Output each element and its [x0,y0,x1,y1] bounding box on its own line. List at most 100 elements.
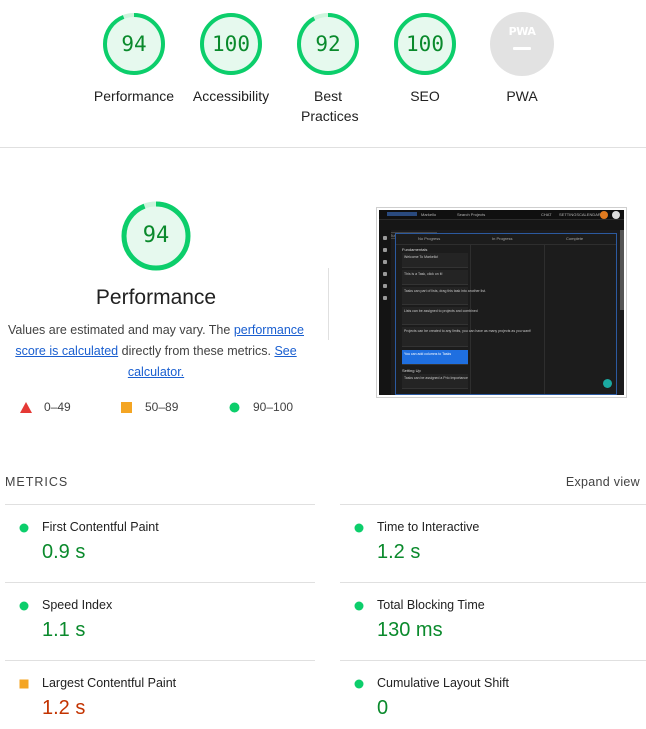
metric-time-to-interactive: Time to Interactive 1.2 s [340,504,646,582]
circle-icon [229,402,240,413]
thumb-divider [396,244,616,245]
final-screenshot-thumbnail[interactable]: Markello Search Projects CHAT SETTINGS C… [376,207,627,398]
score-legend: 0–49 50–89 90–100 [0,398,320,418]
desc-text: directly from these metrics. [118,344,275,358]
gauge-performance[interactable]: 94 Performance [89,12,179,106]
metric-name: Speed Index [42,598,113,612]
metric-value: 130 ms [377,619,443,641]
thumb-link: SETTINGS [559,212,580,217]
gauge-label: PWA [506,88,538,104]
metrics-title: METRICS [5,475,69,489]
gauge-ring: 92 [296,12,360,76]
metric-value: 1.2 s [42,697,86,719]
desc-text: Values are estimated and may vary. The [8,323,234,337]
performance-section: 94 Performance Values are estimated and … [0,148,646,468]
thumb-sidebar-icon [383,284,387,288]
performance-score-gauge: 94 [120,200,192,272]
metrics-header: METRICS Expand view [0,468,646,504]
pwa-dash-icon [513,47,531,50]
thumb-sidebar-icon [383,296,387,300]
thumb-card: Welcome To Markello! [402,253,468,268]
thumb-column-header: Complete [566,236,584,241]
gauge-score: 100 [212,32,250,56]
thumb-column-header: In Progress [492,236,513,241]
thumb-avatar [612,211,620,219]
metric-value: 1.2 s [377,541,421,563]
thumb-card-text: Projects can be created to any limits, y… [404,329,532,333]
thumb-card-text: Lists can be assigned to projects and co… [404,309,478,313]
thumb-search: Search Projects [457,212,486,217]
metric-largest-contentful-paint: Largest Contentful Paint 1.2 s [5,660,315,729]
metric-name: Largest Contentful Paint [42,676,177,690]
thumb-sidebar-icon [383,248,387,252]
gauge-ring: 94 [102,12,166,76]
thumb-group: Fundamentals [402,247,428,252]
pass-circle-icon [354,679,364,689]
legend-range: 90–100 [253,400,294,414]
thumb-card-selected: You can add columns to Tasks [402,350,468,365]
screenshot-image: Markello Search Projects CHAT SETTINGS C… [379,210,624,395]
thumb-card-text: You can add columns to Tasks [404,352,452,356]
thumb-card-text: Welcome To Markello! [404,255,439,259]
thumb-card: Tasks can be assigned a Prio Importance [402,374,468,389]
gauge-label: SEO [410,88,440,104]
pwa-badge-icon: PWA [490,12,554,76]
metric-name: Time to Interactive [377,520,480,534]
thumb-card: Tasks can part of lists, drag this task … [402,287,486,305]
gauge-pwa[interactable]: PWA PWA [477,12,567,106]
metric-name: Total Blocking Time [377,598,485,612]
metric-total-blocking-time: Total Blocking Time 130 ms [340,582,646,660]
thumb-card: Projects can be created to any limits, y… [402,327,531,347]
thumb-link: CALENDAR [579,212,601,217]
pwa-badge-text: PWA [508,25,536,38]
pass-circle-icon [354,601,364,611]
gauge-label: Accessibility [192,88,270,104]
thumb-sidebar [379,230,391,395]
thumb-avatar [600,211,608,219]
thumb-logo [387,212,417,216]
gauge-score: 94 [121,32,147,56]
metric-value: 0.9 s [42,541,86,563]
gauge-seo[interactable]: 100 SEO [380,12,470,106]
triangle-icon [20,402,32,413]
thumb-topbar: Markello Search Projects CHAT SETTINGS C… [379,210,624,220]
thumb-add-icon [603,379,612,388]
metric-value: 1.1 s [42,619,86,641]
pass-circle-icon [19,601,29,611]
thumb-subbar: Tutorial Project [379,220,624,239]
performance-title: Performance [95,286,217,309]
performance-description: Values are estimated and may vary. The p… [6,320,306,383]
gauge-ring: 100 [393,12,457,76]
metric-first-contentful-paint: First Contentful Paint 0.9 s [5,504,315,582]
metric-cumulative-layout-shift: Cumulative Layout Shift 0 [340,660,646,729]
thumb-card-text: Tasks can part of lists, drag this task … [404,289,486,293]
gauge-accessibility[interactable]: 100 Accessibility [186,12,276,106]
gauge-ring: 100 [199,12,263,76]
expand-view-toggle[interactable]: Expand view [566,475,640,489]
legend-range: 50–89 [145,400,179,414]
average-square-icon [19,679,29,689]
thumb-kanban-board: No Progress In Progress Complete Fundame… [395,233,617,395]
thumb-card-text: Tasks can be assigned a Prio Importance [404,376,469,380]
gauge-label: Performance [93,88,175,104]
thumb-col-sep [544,244,545,394]
square-icon [121,402,132,413]
legend-range: 0–49 [44,400,71,414]
thumb-link: CHAT [541,212,552,217]
category-gauges: 94 Performance 100 Accessibility 92 Best… [0,0,646,148]
gauge-best-practices[interactable]: 92 Best Practices [283,12,373,126]
thumb-sidebar-icon [383,260,387,264]
thumb-group: Setting Up [402,368,421,373]
thumb-sidebar-icon [383,236,387,240]
thumb-scrollbar [620,230,624,310]
metric-name: First Contentful Paint [42,520,159,534]
thumb-card: Lists can be assigned to projects and co… [402,307,478,325]
thumb-column-header: No Progress [418,236,441,241]
thumb-card: This is a Task, click on it! [402,270,468,285]
thumb-col-sep [470,244,471,394]
metric-speed-index: Speed Index 1.1 s [5,582,315,660]
gauge-score: 100 [406,32,444,56]
thumb-card-text: This is a Task, click on it! [404,272,443,276]
thumb-sidebar-icon [383,272,387,276]
pass-circle-icon [354,523,364,533]
